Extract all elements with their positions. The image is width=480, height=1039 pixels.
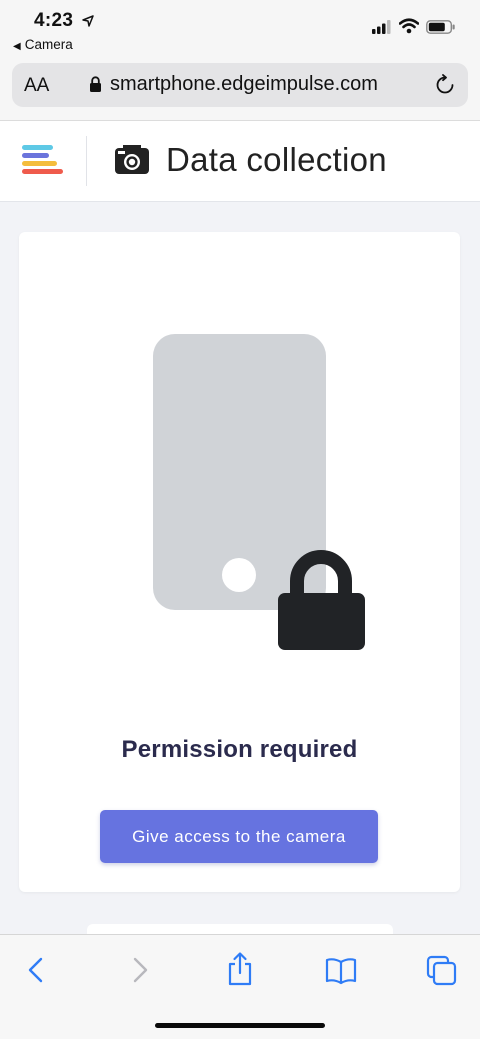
text-size-button[interactable]: AA	[24, 75, 49, 97]
browser-toolbar	[0, 934, 480, 1039]
forward-icon[interactable]	[128, 955, 152, 990]
share-icon[interactable]	[226, 951, 254, 992]
status-bar: 4:23 ◀ Camera	[0, 0, 480, 58]
back-app-label: Camera	[24, 37, 73, 52]
camera-icon	[114, 143, 150, 180]
lock-icon	[89, 76, 102, 98]
home-indicator	[155, 1023, 325, 1028]
give-camera-access-button[interactable]: Give access to the camera	[100, 810, 378, 863]
browser-url-bar-area: AA smartphone.edgeimpulse.com	[0, 58, 480, 121]
status-time: 4:23	[34, 10, 74, 31]
tabs-icon[interactable]	[426, 955, 458, 992]
edge-impulse-logo-icon[interactable]	[22, 145, 64, 182]
location-arrow-icon	[82, 14, 94, 32]
page-title: Data collection	[166, 141, 387, 178]
back-triangle-icon: ◀	[13, 41, 21, 52]
address-bar[interactable]: AA smartphone.edgeimpulse.com	[12, 63, 468, 107]
header-divider	[86, 136, 87, 186]
permission-card: Permission required Give access to the c…	[19, 232, 460, 892]
wifi-icon	[398, 18, 420, 39]
reload-icon[interactable]	[434, 74, 456, 101]
back-to-app-link[interactable]: ◀ Camera	[13, 37, 73, 52]
battery-icon	[426, 20, 456, 39]
permission-heading: Permission required	[121, 736, 358, 763]
url-text: smartphone.edgeimpulse.com	[110, 73, 378, 95]
back-icon[interactable]	[24, 955, 48, 990]
camera-permission-illustration	[152, 332, 368, 657]
signal-icon	[372, 20, 392, 39]
app-header: Data collection	[0, 121, 480, 202]
bookmarks-icon[interactable]	[325, 957, 357, 990]
